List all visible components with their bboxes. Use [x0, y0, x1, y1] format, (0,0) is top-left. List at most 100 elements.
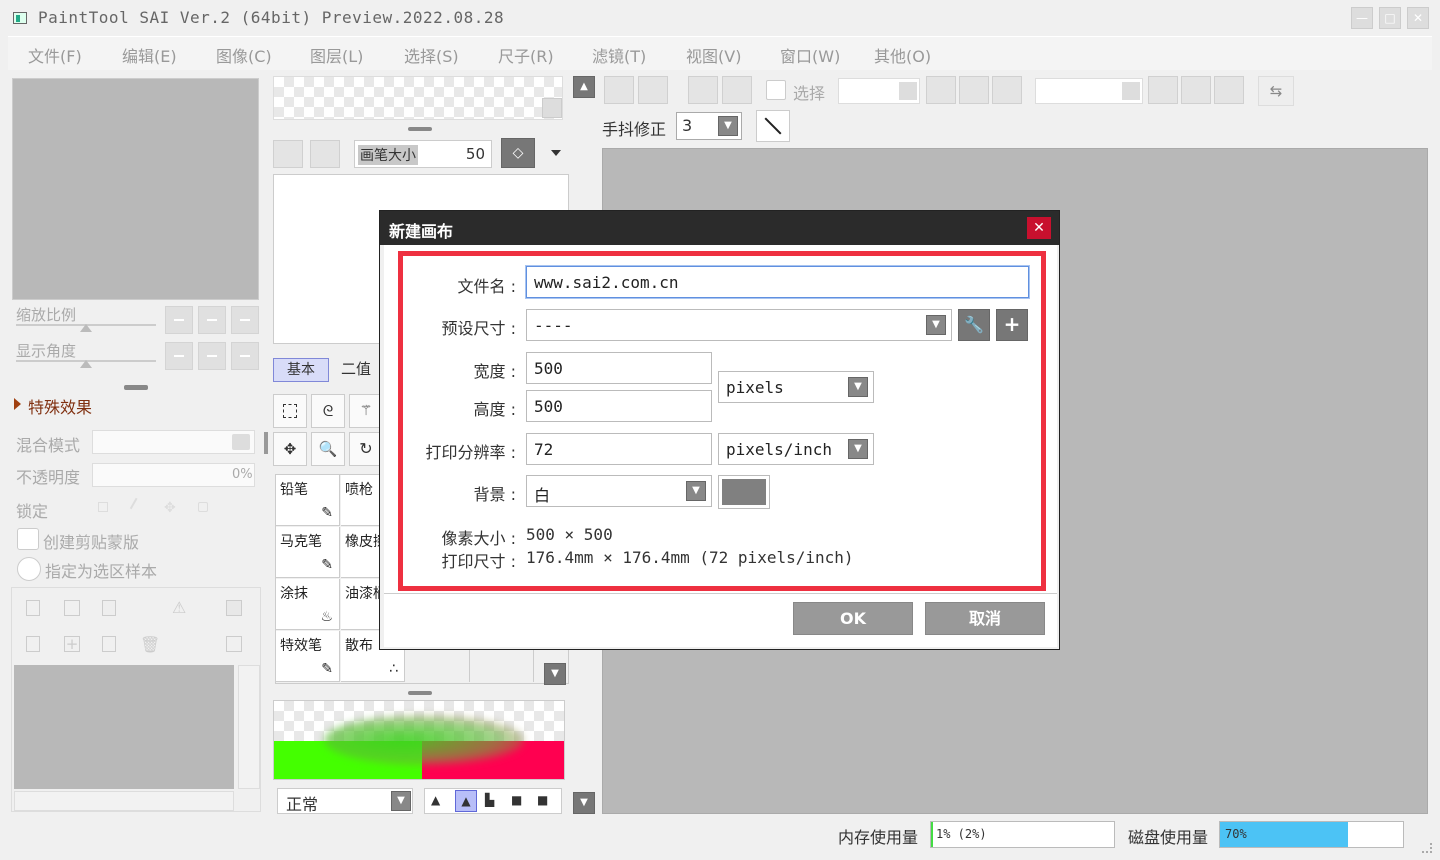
- chevron-down-icon[interactable]: ▼: [718, 116, 738, 136]
- splitter-handle-3[interactable]: [408, 691, 432, 695]
- filename-input[interactable]: www.sai2.com.cn: [526, 266, 1029, 298]
- close-icon[interactable]: ✕: [1027, 217, 1051, 239]
- layer-mask-icon[interactable]: [226, 600, 242, 616]
- menu-other[interactable]: 其他(O): [874, 43, 931, 67]
- splitter-handle-2[interactable]: [408, 127, 432, 131]
- merge-down-icon[interactable]: +: [64, 636, 80, 652]
- height-input[interactable]: 500: [526, 390, 712, 422]
- rect-select-icon[interactable]: [273, 394, 307, 428]
- width-input[interactable]: 500: [526, 352, 712, 384]
- zoom-minus-button[interactable]: [926, 76, 956, 104]
- rotate-tool-icon[interactable]: ↻: [349, 432, 383, 466]
- resolution-input[interactable]: 72: [526, 433, 712, 465]
- zoom-tool-icon[interactable]: 🔍: [311, 432, 345, 466]
- zoom-out-button[interactable]: [165, 306, 193, 334]
- shape-square-icon[interactable]: ■: [537, 793, 548, 807]
- layer-list-hscrollbar[interactable]: [14, 791, 234, 811]
- chevron-down-icon[interactable]: ▼: [926, 315, 946, 335]
- undo-button[interactable]: [604, 76, 634, 104]
- background-select[interactable]: 白: [526, 475, 712, 507]
- new-vector-layer-icon[interactable]: [64, 600, 80, 616]
- blend-mode-select[interactable]: [92, 430, 255, 454]
- transfer-down-icon[interactable]: [26, 636, 40, 652]
- minimize-button[interactable]: —: [1351, 7, 1373, 29]
- menu-image[interactable]: 图像(C): [216, 43, 272, 67]
- zoom-slider-thumb[interactable]: [80, 324, 92, 332]
- close-window-button[interactable]: ✕: [1407, 7, 1429, 29]
- expand-icon[interactable]: [14, 398, 21, 410]
- opacity-field[interactable]: [92, 463, 255, 487]
- tool-grid-scroll-down[interactable]: ▼: [544, 663, 566, 685]
- shape-hard-icon[interactable]: ▲: [431, 793, 440, 807]
- tool-fx-pen[interactable]: 特效笔 ✎: [276, 631, 340, 682]
- lock-transparency-icon[interactable]: [98, 502, 108, 512]
- chevron-down-icon[interactable]: ▼: [848, 377, 868, 397]
- flip-icon[interactable]: ⇆: [1258, 76, 1294, 106]
- add-preset-icon[interactable]: +: [996, 309, 1028, 341]
- invert-select-button[interactable]: [722, 76, 752, 104]
- lasso-icon[interactable]: ᘓ: [311, 394, 345, 428]
- line-tool-icon[interactable]: [756, 110, 790, 142]
- chevron-down-icon[interactable]: [551, 150, 561, 156]
- preset-select[interactable]: ----: [526, 309, 952, 341]
- new-folder-icon[interactable]: [102, 600, 116, 616]
- menu-edit[interactable]: 编辑(E): [122, 43, 177, 67]
- layer-effect-icon[interactable]: ⚠: [172, 598, 186, 617]
- maximize-button[interactable]: □: [1379, 7, 1401, 29]
- chevron-down-icon[interactable]: ▼: [686, 481, 706, 501]
- undo-brush-button[interactable]: [273, 140, 303, 168]
- delete-mask-icon[interactable]: [226, 636, 242, 652]
- zoom-plus-button[interactable]: [959, 76, 989, 104]
- tool-marker[interactable]: 马克笔 ✎: [276, 527, 340, 578]
- rotate-left-button[interactable]: [165, 342, 193, 370]
- splitter-handle[interactable]: [124, 385, 148, 390]
- angle-slider-thumb[interactable]: [80, 360, 92, 368]
- ok-button[interactable]: OK: [793, 602, 913, 635]
- zoom-in-button[interactable]: [198, 306, 226, 334]
- wrench-icon[interactable]: 🔧: [958, 309, 990, 341]
- magic-wand-icon[interactable]: ⚚: [349, 394, 383, 428]
- trash-icon[interactable]: 🗑: [140, 635, 160, 654]
- rotate-cw-button[interactable]: [1181, 76, 1211, 104]
- menu-filter[interactable]: 滤镜(T): [592, 43, 646, 67]
- shape-soft-icon[interactable]: ▙: [485, 793, 494, 807]
- layer-list-scrollbar[interactable]: [238, 665, 260, 789]
- redo-brush-button[interactable]: [310, 140, 340, 168]
- tab-basic[interactable]: 基本: [273, 358, 329, 382]
- resize-grip[interactable]: [1422, 843, 1432, 853]
- lock-move-icon[interactable]: ✥: [164, 500, 176, 516]
- menu-layer[interactable]: 图层(L): [310, 43, 363, 67]
- selection-source-radio[interactable]: [17, 557, 41, 581]
- move-icon[interactable]: ✥: [273, 432, 307, 466]
- layer-list[interactable]: [14, 665, 234, 789]
- tool-blur[interactable]: 涂抹 ♨: [276, 579, 340, 630]
- zoom-reset-button[interactable]: [231, 306, 259, 334]
- swatch-scroll-down[interactable]: [542, 98, 562, 118]
- effects-label[interactable]: 特殊效果: [28, 394, 92, 418]
- clear-layer-icon[interactable]: [102, 636, 116, 652]
- rotate-ccw-button[interactable]: [1148, 76, 1178, 104]
- scroll-down-icon[interactable]: ▼: [573, 792, 595, 814]
- chevron-down-icon[interactable]: ▼: [391, 791, 411, 811]
- scroll-up-icon[interactable]: ▲: [573, 76, 595, 98]
- shape-round-icon[interactable]: ▲: [455, 790, 477, 812]
- brush-size-field[interactable]: 画笔大小 50: [354, 140, 492, 168]
- deselect-button[interactable]: [688, 76, 718, 104]
- background-color-swatch[interactable]: [718, 475, 770, 509]
- rotate-reset-toolbar-button[interactable]: [1214, 76, 1244, 104]
- rotate-reset-button[interactable]: [231, 342, 259, 370]
- tab-binary[interactable]: 二值: [334, 358, 378, 382]
- lock-all-icon[interactable]: [198, 502, 208, 512]
- menu-ruler[interactable]: 尺子(R): [498, 43, 554, 67]
- lock-paint-icon[interactable]: [129, 497, 147, 515]
- menu-window[interactable]: 窗口(W): [780, 43, 840, 67]
- cancel-button[interactable]: 取消: [925, 602, 1045, 635]
- redo-button[interactable]: [638, 76, 668, 104]
- tool-pencil[interactable]: 铅笔 ✎: [276, 475, 340, 526]
- zoom-reset-toolbar-button[interactable]: [992, 76, 1022, 104]
- menu-file[interactable]: 文件(F): [28, 43, 82, 67]
- new-layer-icon[interactable]: [26, 600, 40, 616]
- chevron-down-icon[interactable]: ▼: [848, 439, 868, 459]
- shape-flat-icon[interactable]: ■: [511, 793, 522, 807]
- rotate-right-button[interactable]: [198, 342, 226, 370]
